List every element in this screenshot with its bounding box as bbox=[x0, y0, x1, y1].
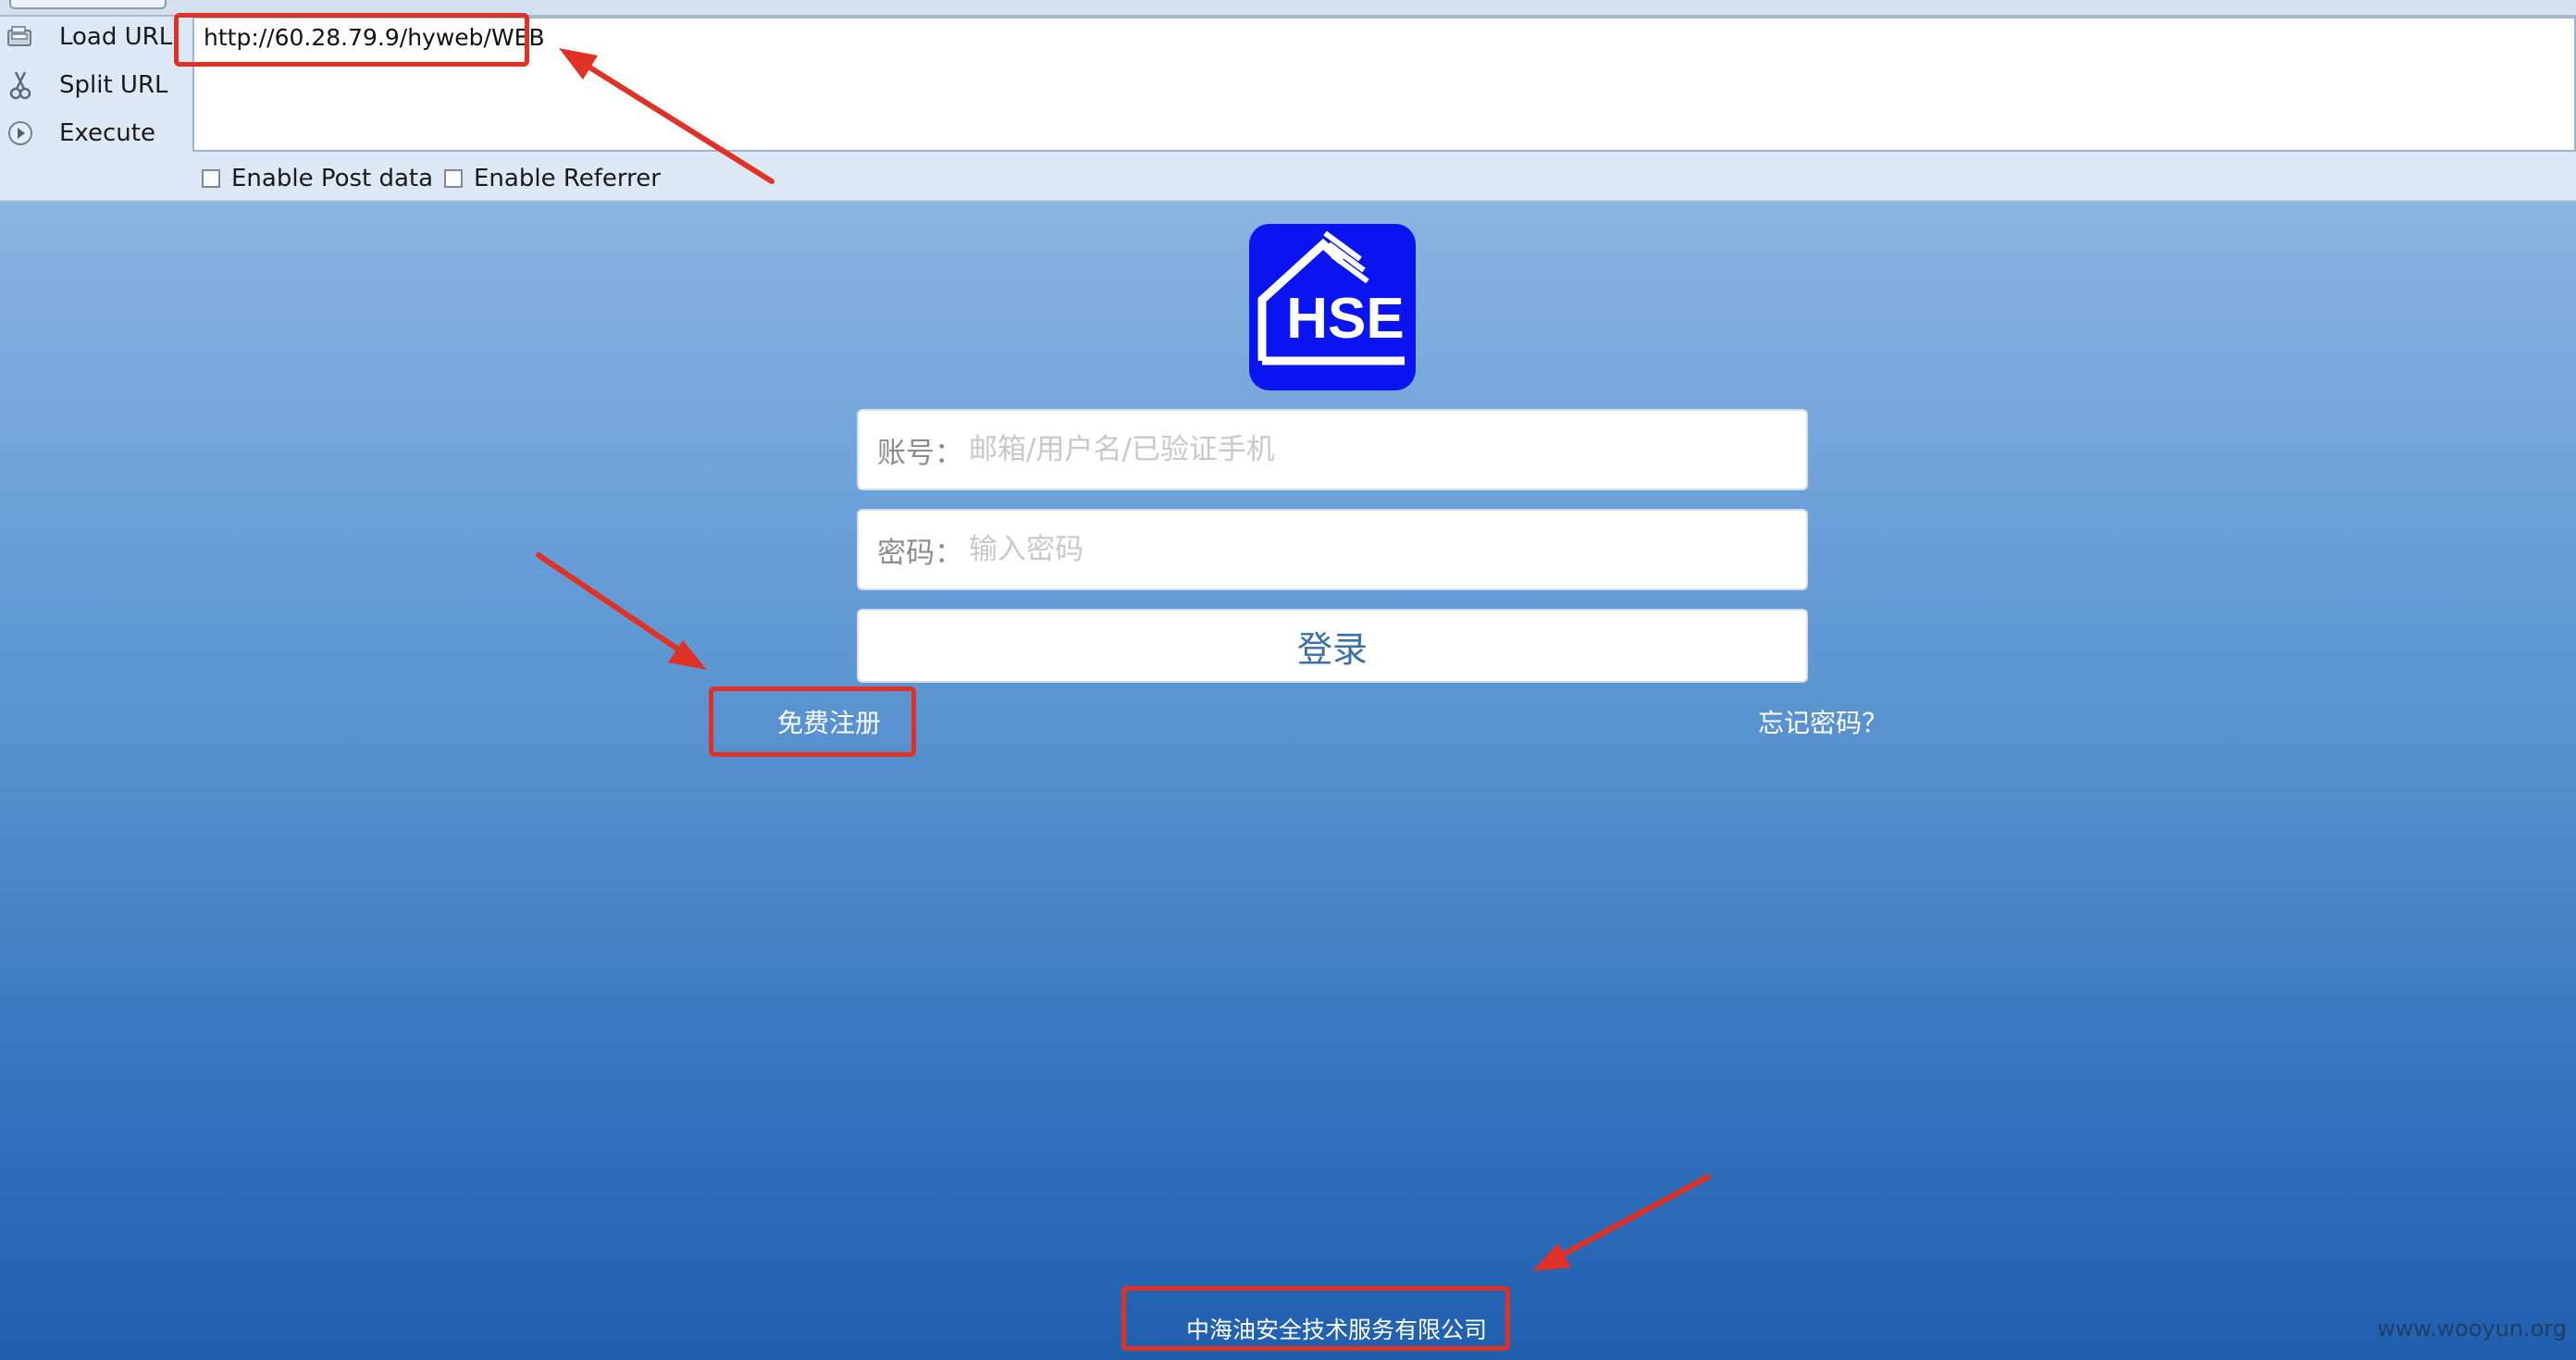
load-url-icon bbox=[6, 22, 35, 52]
enable-post-data-checkbox[interactable]: Enable Post data bbox=[202, 165, 433, 192]
annotation-box-register bbox=[709, 686, 916, 757]
hackbar-top-button[interactable] bbox=[9, 0, 167, 9]
annotation-box-footer bbox=[1121, 1286, 1510, 1351]
account-input[interactable] bbox=[969, 433, 1806, 466]
play-icon bbox=[6, 118, 35, 148]
scissors-icon bbox=[6, 70, 35, 100]
password-field[interactable]: 密码： bbox=[857, 509, 1808, 590]
hse-logo: HSE bbox=[1249, 224, 1416, 390]
password-input[interactable] bbox=[969, 533, 1806, 566]
split-url-button[interactable]: Split URL bbox=[0, 63, 185, 107]
watermark: www.wooyun.org bbox=[2377, 1316, 2567, 1341]
house-icon: HSE bbox=[1257, 230, 1405, 365]
execute-button[interactable]: Execute bbox=[0, 111, 185, 155]
execute-label: Execute bbox=[59, 119, 155, 147]
enable-referrer-label: Enable Referrer bbox=[474, 165, 661, 192]
logo-text: HSE bbox=[1286, 287, 1404, 351]
enable-post-data-box[interactable] bbox=[202, 169, 220, 188]
login-button[interactable]: 登录 bbox=[857, 609, 1808, 683]
split-url-label: Split URL bbox=[59, 71, 168, 99]
login-page: HSE 账号： 密码： 登录 免费注册 忘记密码？ 中海油安全技术服务有限公司 … bbox=[0, 202, 2576, 1360]
screenshot-stage: Load URL Split URL Execute http://60.28.… bbox=[0, 0, 2576, 1360]
annotation-box-url bbox=[174, 13, 529, 67]
enable-referrer-checkbox[interactable]: Enable Referrer bbox=[444, 165, 661, 192]
enable-referrer-box[interactable] bbox=[444, 169, 463, 188]
url-textarea[interactable]: http://60.28.79.9/hyweb/WEB bbox=[192, 17, 2576, 152]
load-url-label: Load URL bbox=[59, 23, 173, 51]
account-label: 账号： bbox=[877, 436, 963, 470]
load-url-button[interactable]: Load URL bbox=[0, 15, 185, 59]
account-field[interactable]: 账号： bbox=[857, 409, 1808, 490]
enable-post-data-label: Enable Post data bbox=[231, 165, 434, 192]
forgot-password-link[interactable]: 忘记密码？ bbox=[1758, 703, 1888, 740]
password-label: 密码： bbox=[877, 536, 963, 570]
